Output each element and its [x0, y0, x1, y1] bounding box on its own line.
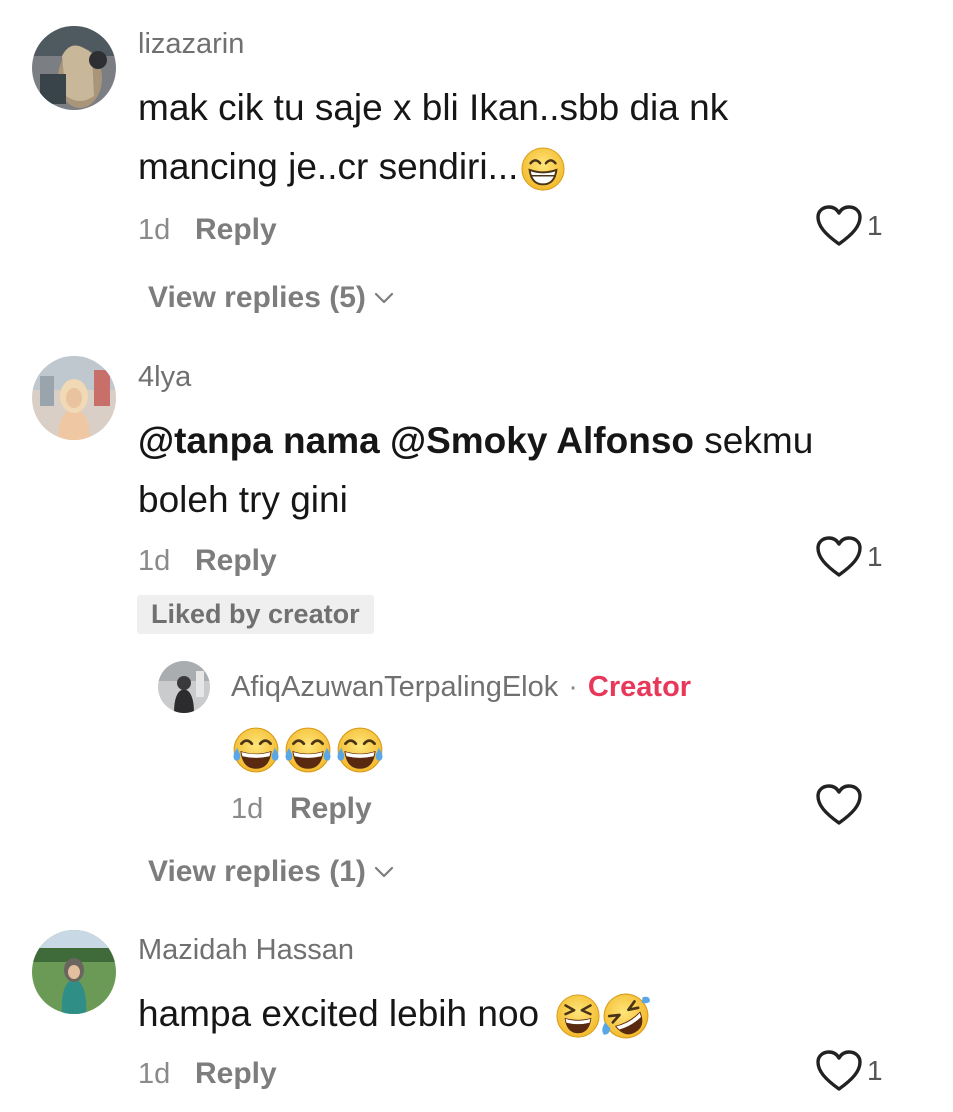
comment-text-fragment: sekmu: [704, 420, 814, 461]
reply-text: [231, 725, 385, 775]
separator-dot: ·: [568, 671, 578, 703]
tears-of-joy-icon: [335, 725, 385, 775]
like-count: 1: [867, 541, 883, 572]
comment-username[interactable]: Mazidah Hassan: [138, 934, 354, 967]
like-button[interactable]: 1: [815, 535, 883, 579]
reply-button[interactable]: Reply: [195, 1057, 277, 1091]
view-replies-button[interactable]: View replies (1): [148, 855, 394, 889]
comment-text: hampa excited lebih noo: [138, 984, 651, 1043]
squinting-laugh-icon: [555, 993, 601, 1039]
heart-icon: [815, 783, 863, 827]
rolling-laughing-icon: [601, 991, 651, 1041]
comment-line: boleh try gini: [138, 479, 348, 520]
comment-line: hampa excited lebih noo: [138, 993, 540, 1034]
comment-text: mak cik tu saje x bli Ikan..sbb dia nk m…: [138, 78, 728, 196]
beaming-face-icon: [520, 146, 566, 192]
reply-button[interactable]: Reply: [195, 213, 277, 247]
comment-text: @tanpa nama @Smoky Alfonso sekmu boleh t…: [138, 411, 813, 529]
comment-time: 1d: [138, 1058, 171, 1090]
comment-time: 1d: [138, 545, 171, 577]
view-replies-button[interactable]: View replies (5): [148, 281, 394, 315]
chevron-down-icon: [374, 292, 394, 304]
creator-label: Creator: [587, 671, 692, 703]
liked-by-creator-badge: Liked by creator: [137, 595, 374, 634]
reply-time: 1d: [231, 793, 264, 825]
like-button[interactable]: [815, 783, 863, 827]
comment-line: @tanpa nama @Smoky Alfonso sekmu: [138, 411, 813, 470]
mention-link[interactable]: @Smoky Alfonso: [390, 420, 694, 461]
tears-of-joy-icon: [283, 725, 333, 775]
comment-line: mancing je..cr sendiri...: [138, 146, 519, 187]
comment-line-with-emoji: mancing je..cr sendiri...: [138, 137, 728, 196]
avatar-4lya[interactable]: [32, 356, 116, 440]
comment-line: mak cik tu saje x bli Ikan..sbb dia nk: [138, 87, 729, 128]
heart-icon: [815, 1049, 863, 1093]
view-replies-label: View replies (1): [148, 855, 366, 888]
reply-button[interactable]: Reply: [290, 792, 372, 826]
avatar-afiqazuwan[interactable]: [158, 661, 210, 713]
like-button[interactable]: 1: [815, 204, 883, 248]
reply-button[interactable]: Reply: [195, 544, 277, 578]
view-replies-label: View replies (5): [148, 281, 366, 314]
like-button[interactable]: 1: [815, 1049, 883, 1093]
comment-time: 1d: [138, 214, 171, 246]
chevron-down-icon: [374, 866, 394, 878]
comment-username[interactable]: lizazarin: [138, 28, 244, 61]
comment-username[interactable]: 4lya: [138, 361, 191, 394]
like-count: 1: [867, 210, 883, 241]
avatar-mazidah[interactable]: [32, 930, 116, 1014]
reply-username-row: AfiqAzuwanTerpalingElok · Creator: [231, 671, 691, 704]
heart-icon: [815, 535, 863, 579]
tears-of-joy-icon: [231, 725, 281, 775]
like-count: 1: [867, 1055, 883, 1086]
heart-icon: [815, 204, 863, 248]
avatar-lizazarin[interactable]: [32, 26, 116, 110]
reply-username[interactable]: AfiqAzuwanTerpalingElok: [231, 671, 558, 703]
mention-link[interactable]: @tanpa nama: [138, 420, 380, 461]
